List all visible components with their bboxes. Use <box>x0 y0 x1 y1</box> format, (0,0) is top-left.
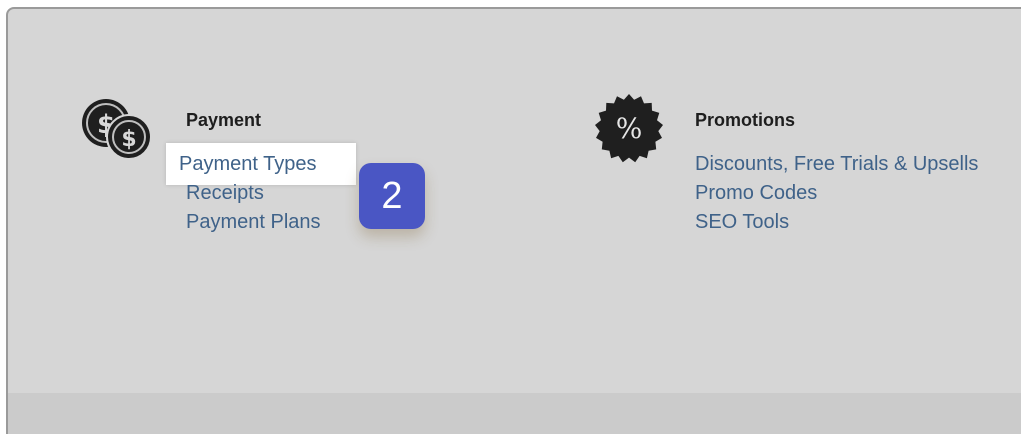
receipts-link[interactable]: Receipts <box>186 179 323 208</box>
payment-plans-link[interactable]: Payment Plans <box>186 208 323 237</box>
promotions-title: Promotions <box>695 110 796 130</box>
discounts-link[interactable]: Discounts, Free Trials & Upsells <box>695 150 978 179</box>
seo-tools-link[interactable]: SEO Tools <box>695 208 978 237</box>
svg-text:$: $ <box>121 127 136 152</box>
step-badge: 2 <box>359 163 425 229</box>
promotions-links: Discounts, Free Trials & Upsells Promo C… <box>695 150 978 237</box>
svg-text:%: % <box>616 112 643 145</box>
coins-dollar-icon: $ $ <box>82 99 152 160</box>
footer-band <box>8 393 1021 434</box>
payment-title: Payment <box>186 110 262 130</box>
payment-links: Payment Types Receipts Payment Plans <box>179 150 323 237</box>
settings-panel: $ $ Payment Payment Types Receipts Payme… <box>6 7 1021 434</box>
promo-codes-link[interactable]: Promo Codes <box>695 179 978 208</box>
payment-types-link[interactable]: Payment Types <box>179 150 316 179</box>
percent-seal-icon: % <box>595 94 663 163</box>
